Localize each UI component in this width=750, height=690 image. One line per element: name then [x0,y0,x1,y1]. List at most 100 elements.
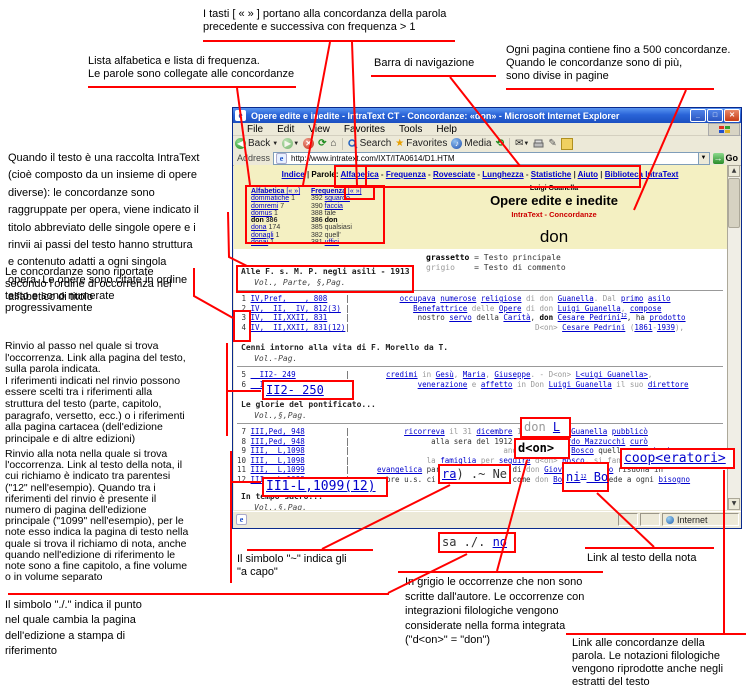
text-link[interactable]: religiose [481,294,522,303]
text-link[interactable]: 1861 [634,323,652,332]
go-button[interactable]: → Go [713,153,739,164]
print-icon [533,139,544,149]
text-link[interactable]: Benefattrice [413,304,467,313]
toolbar: ◀ Back▼ ▶ ▼ ✕ ⟳ ⌂ Search ★ F [233,136,741,152]
menu-item-view[interactable]: View [301,124,337,135]
close-button[interactable]: ✕ [724,109,740,122]
favorites-button[interactable]: ★ Favorites [395,138,447,149]
text-link[interactable]: Indice [282,170,305,179]
text-link[interactable]: bisogno [658,475,690,484]
favorites-star-icon: ★ [395,138,404,149]
text-link[interactable]: ricorreva [404,427,445,436]
url-text: http://www.intratext.com/IXT/ITA0614/D1.… [291,154,454,163]
maximize-button[interactable]: □ [707,109,723,122]
text-segment: , [621,304,630,313]
passage-ref-link[interactable]: III,Ped, 948 [251,427,305,436]
annotation-note-link: Link al testo della nota [587,552,727,565]
text-link[interactable]: Guanella [558,294,594,303]
text-link[interactable]: affetto [481,380,513,389]
text-link[interactable]: compose [630,304,662,313]
text-link[interactable]: credimi [386,370,418,379]
text-link[interactable]: venerazione [418,380,468,389]
print-button[interactable] [533,139,544,149]
window-title: Opere edite e inedite - IntraText CT - C… [248,111,690,121]
passage-ref-link[interactable]: IV,Pref, , 808 [251,294,328,303]
text-link[interactable]: Giuseppe [494,370,530,379]
scroll-up-icon[interactable]: ▲ [728,165,740,177]
text-link[interactable]: II2- 250 [266,383,324,397]
menu-item-favorites[interactable]: Favorites [337,124,392,135]
text-link[interactable]: Opere [499,304,522,313]
refresh-icon: ⟳ [318,138,326,149]
passage-ref-link[interactable]: III, L,1098 [251,456,305,465]
text-link[interactable]: Cesare Pedrini [562,323,625,332]
text-link[interactable]: Luigi Guanella [549,380,612,389]
scroll-down-icon[interactable]: ▼ [728,498,740,510]
annotation-pagination: Ogni pagina contiene fino a 500 concorda… [506,44,741,83]
text-link[interactable]: pubblicò [612,427,648,436]
text-link[interactable]: numerose [440,294,476,303]
passage-ref-link[interactable]: III, L,1099 [251,465,305,474]
stop-button[interactable]: ✕ [303,138,314,149]
menu-item-edit[interactable]: Edit [270,124,301,135]
history-button[interactable]: ⟲ [496,138,504,149]
passage-ref-link[interactable]: III,Ped, 948 [251,437,305,446]
address-dropdown-icon[interactable]: ▼ [698,153,709,164]
text-link[interactable]: Carità [503,313,530,322]
text-link[interactable]: Guanella [571,427,607,436]
text-segment: di don [521,304,557,313]
text-link[interactable]: ra [442,467,456,481]
text-link[interactable]: Bo [586,470,608,484]
home-button[interactable]: ⌂ [331,138,337,149]
text-link[interactable]: II1-L,1099(12) [266,479,376,494]
text-link[interactable]: prodotto [649,313,685,322]
text-link[interactable]: 1939 [657,323,675,332]
text-link[interactable]: asilo [648,294,671,303]
text-link[interactable]: Maria [463,370,486,379]
text-link[interactable]: direttore [648,380,689,389]
text-link[interactable]: servo [449,313,472,322]
keyword: don [384,227,724,247]
text-link[interactable]: occupava [400,294,436,303]
passage-ref-link[interactable]: IV, II,XXII, 831(12) [251,323,346,332]
menu-bar: FileEditViewFavoritesToolsHelp [233,123,741,136]
search-icon [348,139,358,149]
address-input[interactable]: e http://www.intratext.com/IXT/ITA0614/D… [273,152,709,165]
discuss-button[interactable] [561,138,573,150]
search-button[interactable]: Search [348,138,392,149]
title-bar[interactable]: e Opere edite e inedite - IntraText CT -… [233,108,741,123]
mail-button[interactable]: ✉▼ [515,138,529,149]
text-link[interactable]: curò [630,437,648,446]
internet-globe-icon [666,516,674,524]
text-link[interactable]: ni [566,470,580,484]
media-button[interactable]: ♪ Media [451,138,491,149]
edit-button[interactable]: ✎ [548,138,556,149]
scrollbar-thumb[interactable] [728,178,740,228]
refresh-button[interactable]: ⟳ [318,138,326,149]
passage-ref-link[interactable]: IV, II,XXII, 831 [251,313,328,322]
menu-item-file[interactable]: File [240,124,270,135]
text-link[interactable]: no [493,535,507,549]
text-link[interactable]: coop<eratori> [624,451,726,466]
text-link[interactable]: dicembre [476,427,512,436]
passage-ref-link[interactable]: II2- 249 [251,370,296,379]
menu-item-tools[interactable]: Tools [392,124,429,135]
text-link[interactable]: Gesù [436,370,454,379]
forward-button[interactable]: ▶ ▼ [282,138,299,149]
text-link[interactable]: evangelica [377,465,422,474]
highlight-row-numbers [233,310,251,342]
minimize-button[interactable]: _ [690,109,706,122]
text-link[interactable]: primo [621,294,644,303]
text-link[interactable]: 12 [621,313,627,319]
passage-ref-link[interactable]: III, L,1098 [251,446,305,455]
text-link[interactable]: Luigi Guanella [558,304,621,313]
address-label: Address [237,153,270,163]
back-button[interactable]: ◀ Back▼ [235,138,278,149]
text-link[interactable]: L<uigi Guanella> [576,370,648,379]
text-link[interactable]: 12 [580,474,586,480]
text-link[interactable]: Cesare Pedrini [558,313,621,322]
passage-ref-link[interactable]: IV, II, IV, 812(3) [251,304,341,313]
text-link[interactable]: Bosco [571,446,594,455]
menu-item-help[interactable]: Help [429,124,464,135]
text-link[interactable]: L [553,420,560,434]
